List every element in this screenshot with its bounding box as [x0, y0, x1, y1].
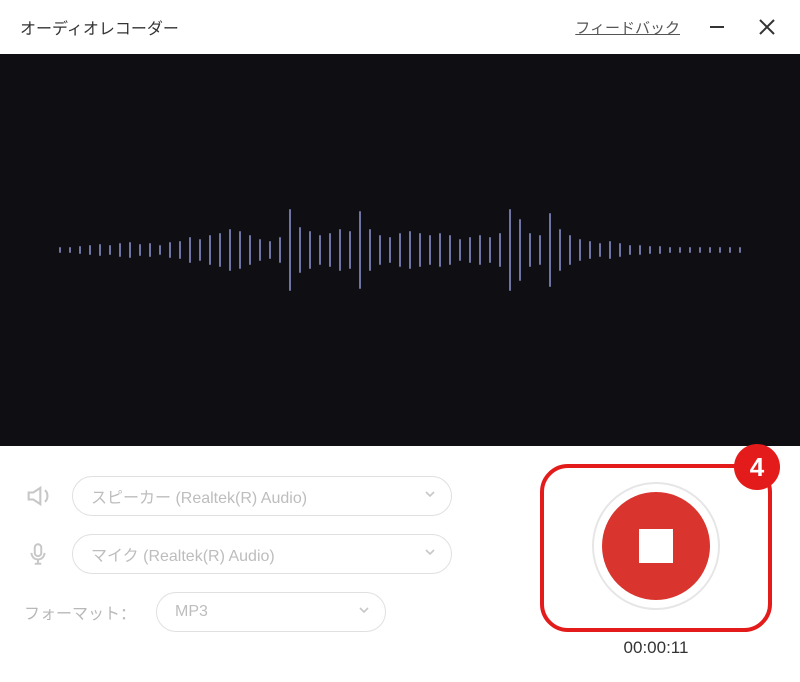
mic-value: マイク (Realtek(R) Audio)	[91, 542, 275, 566]
chevron-down-icon	[423, 545, 437, 564]
speaker-dropdown[interactable]: スピーカー (Realtek(R) Audio)	[72, 476, 452, 516]
speaker-value: スピーカー (Realtek(R) Audio)	[91, 484, 307, 508]
close-button[interactable]	[754, 14, 780, 40]
left-controls: スピーカー (Realtek(R) Audio) マイク (Realtek(R)…	[24, 476, 536, 670]
waveform-visualization	[0, 54, 800, 446]
speaker-row: スピーカー (Realtek(R) Audio)	[24, 476, 536, 516]
chevron-down-icon	[423, 487, 437, 506]
titlebar: オーディオレコーダー フィードバック	[0, 0, 800, 54]
controls-panel: スピーカー (Realtek(R) Audio) マイク (Realtek(R)…	[0, 446, 800, 682]
mic-dropdown[interactable]: マイク (Realtek(R) Audio)	[72, 534, 452, 574]
format-label: フォーマット：	[24, 600, 136, 624]
callout-badge: 4	[734, 444, 780, 490]
format-dropdown[interactable]: MP3	[156, 592, 386, 632]
record-area: 4 00:00:11	[536, 476, 776, 670]
close-icon	[757, 17, 777, 37]
speaker-icon	[24, 482, 52, 510]
format-value: MP3	[175, 603, 208, 621]
minimize-button[interactable]	[704, 14, 730, 40]
waveform-icon	[40, 170, 760, 330]
format-row: フォーマット： MP3	[24, 592, 536, 632]
recording-timer: 00:00:11	[624, 638, 689, 658]
callout-box: 4	[540, 464, 772, 632]
feedback-link[interactable]: フィードバック	[575, 17, 680, 38]
minimize-icon	[708, 18, 726, 36]
app-title: オーディオレコーダー	[20, 15, 179, 39]
microphone-icon	[24, 540, 52, 568]
chevron-down-icon	[357, 603, 371, 622]
titlebar-right: フィードバック	[575, 14, 780, 40]
mic-row: マイク (Realtek(R) Audio)	[24, 534, 536, 574]
